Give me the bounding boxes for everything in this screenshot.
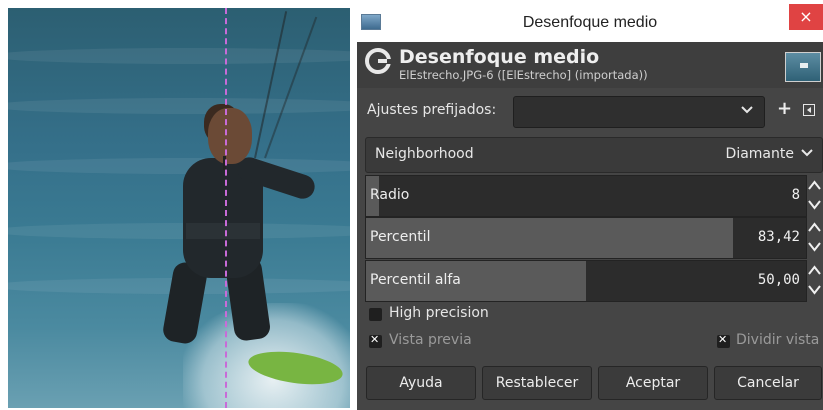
alpha-percentile-value[interactable]: 50,00 bbox=[758, 272, 800, 288]
chevron-down-icon bbox=[801, 149, 813, 157]
presets-combo[interactable] bbox=[513, 96, 765, 128]
presets-row: Ajustes prefijados: + bbox=[357, 94, 823, 130]
alpha-percentile-label: Percentil alfa bbox=[370, 272, 461, 288]
wave bbox=[8, 158, 350, 174]
chevron-down-icon[interactable] bbox=[806, 195, 823, 213]
chevron-up-icon[interactable] bbox=[806, 219, 823, 237]
chevron-up-icon[interactable] bbox=[806, 177, 823, 195]
neighborhood-label: Neighborhood bbox=[375, 146, 474, 162]
gimp-logo-icon bbox=[365, 48, 391, 74]
percentile-value[interactable]: 83,42 bbox=[758, 229, 800, 245]
percentile-stepper[interactable] bbox=[806, 217, 823, 257]
kiter-head bbox=[208, 108, 252, 164]
radius-stepper[interactable] bbox=[806, 175, 823, 215]
alpha-percentile-stepper[interactable] bbox=[806, 260, 823, 300]
alpha-percentile-spinscale[interactable]: Percentil alfa 50,00 bbox=[365, 260, 807, 302]
percentile-label: Percentil bbox=[370, 229, 431, 245]
image-thumbnail bbox=[785, 52, 821, 82]
radius-spinscale[interactable]: Radio 8 bbox=[365, 175, 807, 217]
presets-menu-icon[interactable] bbox=[803, 104, 815, 116]
preview-checkbox[interactable] bbox=[369, 333, 382, 348]
preview-label[interactable]: Vista previa bbox=[389, 332, 472, 348]
wave bbox=[8, 98, 350, 114]
median-blur-dialog: Desenfoque medio × Desenfoque medio ElEs… bbox=[357, 0, 823, 410]
image-canvas[interactable] bbox=[8, 8, 350, 408]
dialog-heading: Desenfoque medio bbox=[399, 46, 600, 68]
reset-button[interactable]: Restablecer bbox=[482, 366, 592, 400]
cancel-button[interactable]: Cancelar bbox=[714, 366, 822, 400]
presets-label: Ajustes prefijados: bbox=[367, 102, 497, 118]
add-preset-button[interactable]: + bbox=[777, 98, 792, 119]
radius-value[interactable]: 8 bbox=[792, 187, 800, 203]
title-bar[interactable]: Desenfoque medio × bbox=[357, 0, 823, 42]
neighborhood-value: Diamante bbox=[725, 146, 794, 162]
help-button[interactable]: Ayuda bbox=[366, 366, 476, 400]
percentile-spinscale[interactable]: Percentil 83,42 bbox=[365, 217, 807, 259]
chevron-down-icon bbox=[741, 106, 753, 114]
high-precision-label[interactable]: High precision bbox=[389, 305, 489, 321]
radius-label: Radio bbox=[370, 187, 410, 203]
ok-button[interactable]: Aceptar bbox=[598, 366, 708, 400]
image-subtitle: ElEstrecho.JPG-6 ([ElEstrecho] (importad… bbox=[399, 68, 648, 82]
dialog-header: Desenfoque medio ElEstrecho.JPG-6 ([ElEs… bbox=[357, 42, 823, 88]
high-precision-checkbox[interactable] bbox=[369, 308, 382, 321]
wave bbox=[8, 223, 350, 239]
close-button[interactable]: × bbox=[789, 4, 823, 30]
chevron-down-icon[interactable] bbox=[806, 280, 823, 298]
neighborhood-combo[interactable]: Neighborhood Diamante bbox=[365, 137, 823, 173]
kiter-harness bbox=[186, 223, 260, 239]
kite-line bbox=[264, 16, 318, 159]
split-view-guide[interactable] bbox=[225, 8, 227, 408]
window-title: Desenfoque medio bbox=[522, 14, 658, 31]
chevron-up-icon[interactable] bbox=[806, 262, 823, 280]
split-view-label[interactable]: Dividir vista bbox=[736, 332, 819, 348]
chevron-down-icon[interactable] bbox=[806, 237, 823, 255]
split-view-checkbox[interactable] bbox=[717, 333, 730, 348]
